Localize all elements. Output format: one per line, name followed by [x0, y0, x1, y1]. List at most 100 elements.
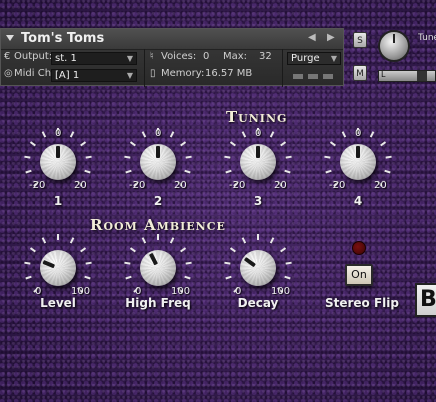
- tick-mark: [269, 237, 275, 244]
- pan-handle[interactable]: [417, 71, 427, 81]
- tick-mark: [285, 261, 292, 265]
- divider: [282, 49, 283, 87]
- tick-mark: [129, 141, 136, 147]
- prev-instrument-icon[interactable]: ◀: [308, 32, 316, 43]
- tick-label-min: -20: [29, 180, 46, 191]
- stereo-flip-label: Stereo Flip: [324, 296, 399, 310]
- level-meter: [323, 74, 333, 79]
- tick-mark: [224, 261, 231, 265]
- stereo-flip-button[interactable]: On: [345, 264, 373, 286]
- tick-mark: [384, 169, 391, 174]
- tick-mark: [157, 234, 159, 240]
- tick-mark: [80, 141, 87, 147]
- instrument-title-row: Tom's Toms ◀ ▶: [1, 29, 343, 50]
- tick-label-min: -20: [229, 180, 246, 191]
- knob-grip: [40, 250, 76, 286]
- tick-mark: [29, 141, 36, 147]
- next-instrument-icon[interactable]: ▶: [327, 32, 335, 43]
- tick-label-center: 0: [55, 128, 62, 139]
- tick-mark: [24, 261, 31, 265]
- tick-mark: [85, 155, 92, 159]
- tick-mark: [329, 141, 336, 147]
- knob-pointer: [356, 146, 360, 158]
- max-label: Max:: [223, 51, 248, 62]
- tick-mark: [80, 247, 87, 253]
- tick-mark: [141, 131, 147, 138]
- tick-mark: [324, 155, 331, 159]
- tick-mark: [41, 237, 47, 244]
- tick-mark: [180, 247, 187, 253]
- output-value: st. 1: [55, 53, 77, 64]
- decay-knob-label: Decay: [237, 296, 279, 310]
- tick-mark: [24, 155, 31, 159]
- tuning-3-knob[interactable]: [240, 144, 276, 180]
- tick-mark: [229, 247, 236, 253]
- tick-label-center: 0: [155, 128, 162, 139]
- tick-mark: [280, 141, 287, 147]
- tuning-4-knob[interactable]: [340, 144, 376, 180]
- midi-channel-select[interactable]: [A] 1 ▼: [51, 69, 137, 82]
- tick-mark: [380, 141, 387, 147]
- tick-mark: [180, 141, 187, 147]
- knob-pointer: [156, 146, 160, 158]
- purge-menu[interactable]: Purge ▼: [287, 52, 341, 65]
- level-meter: [308, 74, 318, 79]
- tick-mark: [125, 275, 132, 280]
- tick-label-max: 20: [274, 180, 287, 191]
- max-voices-value[interactable]: 32: [259, 51, 272, 62]
- tick-mark: [184, 169, 191, 174]
- collapse-triangle-icon[interactable]: [6, 35, 14, 41]
- knob-pointer: [256, 146, 260, 158]
- partial-b-button[interactable]: B: [415, 283, 436, 317]
- tune-knob[interactable]: [378, 30, 410, 62]
- tune-label: Tune: [418, 33, 436, 43]
- tick-mark: [84, 275, 91, 280]
- tick-mark: [84, 169, 91, 174]
- tick-mark: [225, 169, 232, 174]
- high-freq-knob[interactable]: [140, 250, 176, 286]
- mute-button[interactable]: M: [353, 65, 367, 81]
- tick-mark: [284, 275, 291, 280]
- tick-mark: [241, 237, 247, 244]
- level-knob[interactable]: [40, 250, 76, 286]
- memory-label: Memory:: [161, 68, 205, 79]
- midi-channel-value: [A] 1: [55, 70, 80, 81]
- chevron-down-icon: ▼: [126, 71, 133, 80]
- knob-grip: [140, 250, 176, 286]
- tick-mark: [269, 131, 275, 138]
- tuning-2-knob[interactable]: [140, 144, 176, 180]
- tick-mark: [124, 261, 131, 265]
- tick-mark: [25, 169, 32, 174]
- tick-label-min: -20: [329, 180, 346, 191]
- tick-mark: [57, 234, 59, 240]
- tick-mark: [41, 131, 47, 138]
- tick-label-center: 0: [255, 128, 262, 139]
- tick-mark: [257, 234, 259, 240]
- purge-label: Purge: [291, 53, 320, 64]
- tick-mark: [385, 155, 392, 159]
- voices-label: Voices:: [161, 51, 197, 62]
- tick-mark: [124, 155, 131, 159]
- tick-label-center: 0: [355, 128, 362, 139]
- output-select[interactable]: st. 1 ▼: [51, 52, 137, 65]
- chevron-down-icon: ▼: [330, 54, 337, 63]
- midi-icon: ◎: [4, 68, 13, 79]
- tuning-1-knob[interactable]: [40, 144, 76, 180]
- pan-slider[interactable]: L: [378, 70, 436, 82]
- decay-knob[interactable]: [240, 250, 276, 286]
- level-knob-label: Level: [40, 296, 76, 310]
- chevron-down-icon: ▼: [126, 54, 133, 63]
- tick-mark: [129, 247, 136, 253]
- knob-pointer: [56, 146, 60, 158]
- tick-mark: [69, 237, 75, 244]
- instrument-name[interactable]: Tom's Toms: [21, 31, 104, 46]
- tick-mark: [169, 237, 175, 244]
- tick-mark: [341, 131, 347, 138]
- solo-button[interactable]: S: [353, 32, 367, 48]
- memory-value: 16.57 MB: [205, 68, 253, 79]
- tick-mark: [284, 169, 291, 174]
- tick-label-min: -20: [129, 180, 146, 191]
- tick-mark: [184, 275, 191, 280]
- level-meter: [293, 74, 303, 79]
- voices-value: 0: [203, 51, 210, 62]
